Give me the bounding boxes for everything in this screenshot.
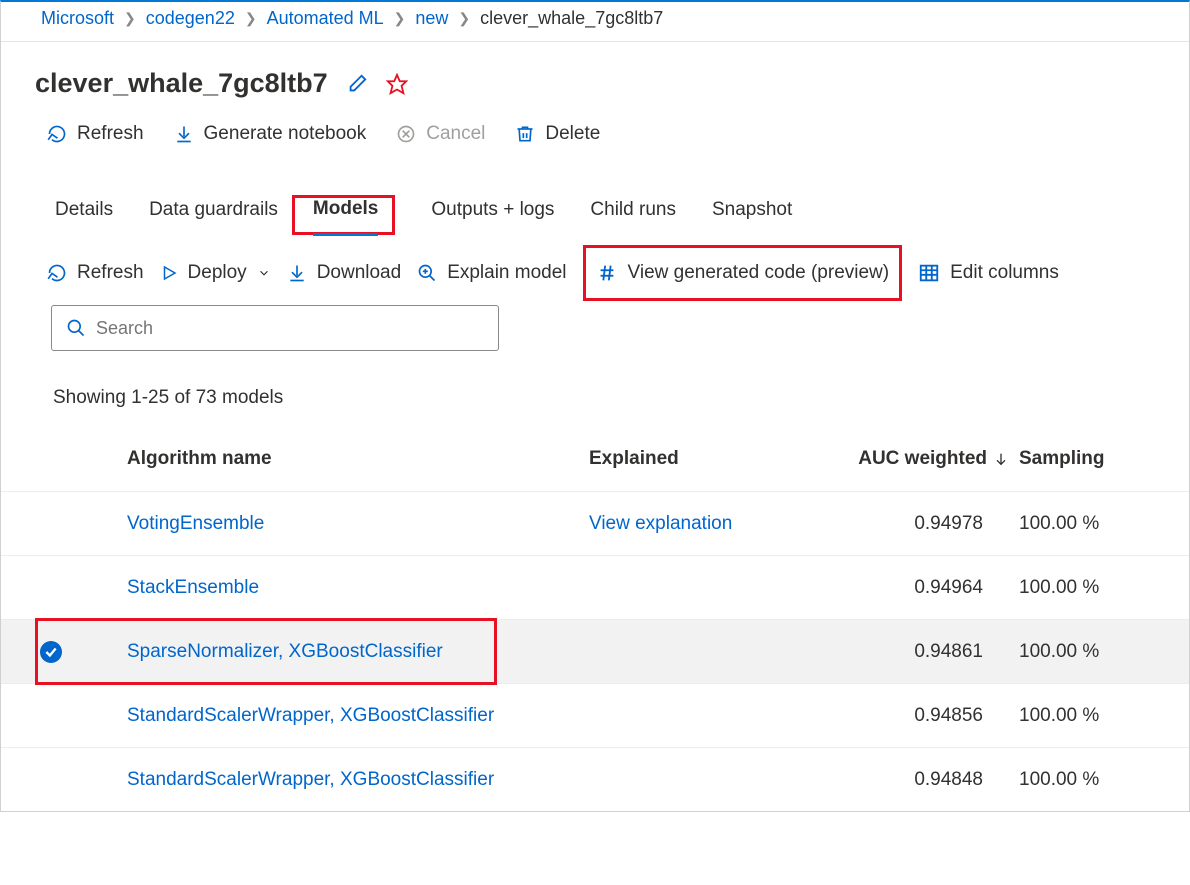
- page-title: clever_whale_7gc8ltb7: [35, 68, 328, 99]
- play-icon: [160, 264, 178, 282]
- refresh-icon: [47, 263, 67, 283]
- auc-value: 0.94978: [829, 513, 1009, 535]
- algorithm-link[interactable]: StackEnsemble: [101, 577, 589, 599]
- col-explained[interactable]: Explained: [589, 448, 829, 470]
- sort-desc-icon: [993, 451, 1009, 467]
- auc-value: 0.94861: [829, 641, 1009, 663]
- algorithm-link[interactable]: StandardScalerWrapper, XGBoostClassifier: [101, 769, 589, 791]
- tab-data-guardrails[interactable]: Data guardrails: [149, 195, 278, 235]
- favorite-star-icon[interactable]: [386, 73, 408, 95]
- toolbar-top: Refresh Generate notebook Cancel Delete: [1, 119, 1189, 163]
- edit-icon[interactable]: [346, 73, 368, 95]
- table-row[interactable]: StandardScalerWrapper, XGBoostClassifier…: [1, 747, 1189, 811]
- view-generated-code-button[interactable]: View generated code (preview): [583, 245, 903, 301]
- auc-value: 0.94848: [829, 769, 1009, 791]
- refresh-models-button[interactable]: Refresh: [47, 262, 144, 284]
- breadcrumb-link[interactable]: Microsoft: [41, 8, 114, 29]
- col-auc[interactable]: AUC weighted: [829, 448, 1009, 470]
- toolbar-sub: Refresh Deploy Download Explain model Vi…: [1, 235, 1189, 301]
- deploy-label: Deploy: [188, 262, 247, 284]
- sampling-value: 100.00 %: [1009, 641, 1159, 663]
- tab-models[interactable]: Models: [313, 194, 378, 236]
- chevron-right-icon: ❯: [245, 10, 257, 27]
- search-container: [1, 301, 1189, 355]
- chevron-down-icon: [257, 266, 271, 280]
- auc-value: 0.94856: [829, 705, 1009, 727]
- deploy-button[interactable]: Deploy: [160, 262, 271, 284]
- algorithm-link[interactable]: VotingEnsemble: [101, 513, 589, 535]
- refresh-models-label: Refresh: [77, 262, 144, 284]
- tab-child-runs[interactable]: Child runs: [590, 195, 676, 235]
- tab-snapshot[interactable]: Snapshot: [712, 195, 792, 235]
- breadcrumb: Microsoft ❯ codegen22 ❯ Automated ML ❯ n…: [1, 2, 1189, 42]
- tabs: Details Data guardrails Models Outputs +…: [1, 163, 1189, 235]
- explanation-link[interactable]: View explanation: [589, 513, 829, 535]
- explain-model-label: Explain model: [447, 262, 566, 284]
- view-generated-code-label: View generated code (preview): [628, 262, 890, 284]
- explain-model-button[interactable]: Explain model: [417, 262, 566, 284]
- refresh-button[interactable]: Refresh: [47, 123, 144, 145]
- table-row[interactable]: VotingEnsemble View explanation 0.94978 …: [1, 491, 1189, 555]
- col-algorithm[interactable]: Algorithm name: [101, 448, 589, 470]
- tab-details[interactable]: Details: [55, 195, 113, 235]
- edit-columns-label: Edit columns: [950, 262, 1059, 284]
- highlight-models-tab: Models: [292, 195, 395, 235]
- download-label: Download: [317, 262, 402, 284]
- columns-icon: [918, 262, 940, 284]
- col-auc-label: AUC weighted: [858, 448, 987, 470]
- models-table: Algorithm name Explained AUC weighted Sa…: [1, 427, 1189, 811]
- chevron-right-icon: ❯: [124, 10, 136, 27]
- refresh-icon: [47, 124, 67, 144]
- search-input[interactable]: [96, 318, 484, 339]
- breadcrumb-link[interactable]: Automated ML: [267, 8, 384, 29]
- search-icon: [66, 318, 86, 338]
- chevron-right-icon: ❯: [458, 10, 470, 27]
- refresh-label: Refresh: [77, 123, 144, 145]
- table-row[interactable]: StackEnsemble 0.94964 100.00 %: [1, 555, 1189, 619]
- algorithm-link[interactable]: StandardScalerWrapper, XGBoostClassifier: [101, 705, 589, 727]
- trash-icon: [515, 124, 535, 144]
- sampling-value: 100.00 %: [1009, 577, 1159, 599]
- delete-button[interactable]: Delete: [515, 123, 600, 145]
- sampling-value: 100.00 %: [1009, 705, 1159, 727]
- results-count: Showing 1-25 of 73 models: [1, 355, 1189, 427]
- selected-check-icon[interactable]: [40, 641, 62, 663]
- algorithm-link[interactable]: SparseNormalizer, XGBoostClassifier: [101, 641, 589, 663]
- delete-label: Delete: [545, 123, 600, 145]
- breadcrumb-current: clever_whale_7gc8ltb7: [480, 8, 663, 29]
- search-box[interactable]: [51, 305, 499, 351]
- table-row[interactable]: StandardScalerWrapper, XGBoostClassifier…: [1, 683, 1189, 747]
- download-icon: [287, 263, 307, 283]
- page-header: clever_whale_7gc8ltb7: [1, 42, 1189, 119]
- edit-columns-button[interactable]: Edit columns: [918, 262, 1059, 284]
- breadcrumb-link[interactable]: codegen22: [146, 8, 235, 29]
- col-sampling[interactable]: Sampling: [1009, 448, 1159, 470]
- download-icon: [174, 124, 194, 144]
- hash-icon: [596, 262, 618, 284]
- sampling-value: 100.00 %: [1009, 513, 1159, 535]
- cancel-button: Cancel: [396, 123, 485, 145]
- generate-notebook-button[interactable]: Generate notebook: [174, 123, 367, 145]
- auc-value: 0.94964: [829, 577, 1009, 599]
- tab-outputs-logs[interactable]: Outputs + logs: [431, 195, 554, 235]
- cancel-label: Cancel: [426, 123, 485, 145]
- download-button[interactable]: Download: [287, 262, 402, 284]
- cancel-icon: [396, 124, 416, 144]
- generate-notebook-label: Generate notebook: [204, 123, 367, 145]
- sampling-value: 100.00 %: [1009, 769, 1159, 791]
- table-row[interactable]: SparseNormalizer, XGBoostClassifier 0.94…: [1, 619, 1189, 683]
- zoom-in-icon: [417, 263, 437, 283]
- table-header: Algorithm name Explained AUC weighted Sa…: [1, 427, 1189, 491]
- breadcrumb-link[interactable]: new: [415, 8, 448, 29]
- chevron-right-icon: ❯: [394, 10, 406, 27]
